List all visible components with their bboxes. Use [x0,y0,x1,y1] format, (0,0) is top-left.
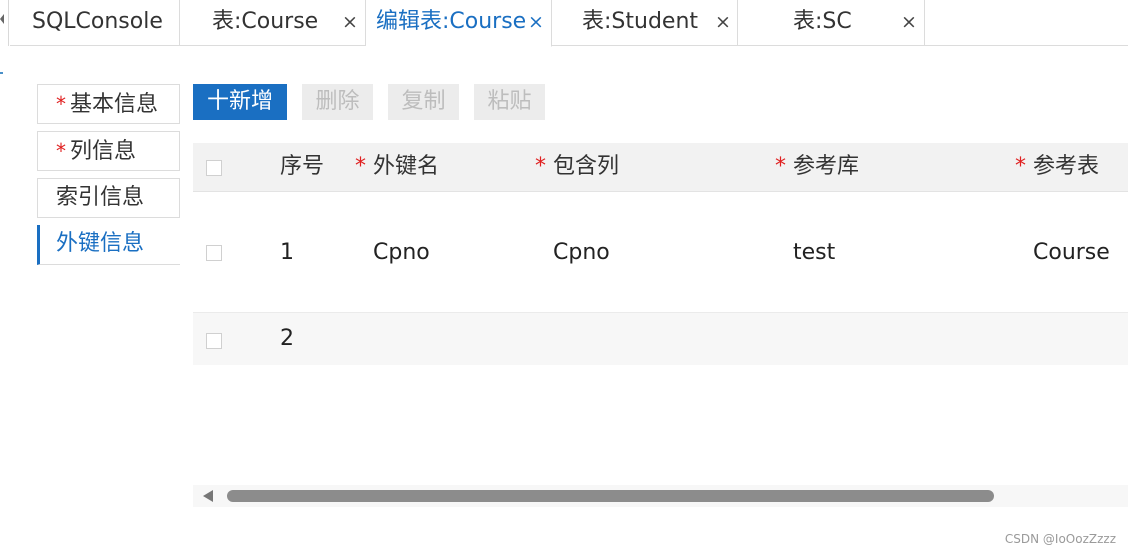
nav-item-label: 列信息 [70,139,137,164]
close-icon[interactable]: × [342,0,358,44]
column-header-fk-name: * 外键名 [355,143,439,191]
select-all-checkbox[interactable] [206,160,222,176]
tab-label: 表:Course [212,9,319,34]
tab-label: 表:SC [793,9,852,34]
nav-item-label: 索引信息 [56,185,145,210]
tab-label: 表:Student [582,9,699,34]
required-mark: * [775,154,786,179]
nav-item-foreign-key-info[interactable]: 外键信息 [37,225,180,265]
scroll-left-arrow-icon[interactable] [203,490,213,502]
ref-db-cell[interactable]: test [793,192,835,313]
close-icon[interactable]: × [715,0,731,44]
column-header-ref-db: * 参考库 [775,143,859,191]
nav-item-index-info[interactable]: 索引信息 [37,178,180,218]
close-icon[interactable]: × [528,0,544,44]
required-mark: * [56,139,66,163]
nav-item-label: 外键信息 [56,231,145,256]
column-header-columns: * 包含列 [535,143,619,191]
horizontal-scrollbar[interactable] [193,485,1128,507]
paste-button[interactable]: 粘贴 [474,84,545,120]
nav-item-column-info[interactable]: * 列信息 [37,131,180,171]
delete-button[interactable]: 删除 [302,84,373,120]
row-checkbox[interactable] [206,245,222,261]
watermark: CSDN @IoOozZzzz [1004,532,1116,546]
collapse-arrow-icon[interactable] [0,14,4,24]
column-header-ref-table: * 参考表 [1015,143,1099,191]
table-row[interactable]: 1 Cpno Cpno test Course [193,192,1128,313]
row-index: 2 [280,326,294,351]
section-nav: * 基本信息 * 列信息 索引信息 外键信息 [37,84,180,272]
row-index: 1 [280,240,294,265]
tab-course[interactable]: 表:Course × [180,0,366,46]
column-header-index: 序号 [280,154,325,179]
close-icon[interactable]: × [901,0,917,44]
edge-marker [0,72,3,74]
row-checkbox[interactable] [206,333,222,349]
column-header-label: 参考表 [1033,154,1100,179]
tab-sc[interactable]: 表:SC × [738,0,925,46]
required-mark: * [535,154,546,179]
ref-table-cell[interactable]: Course [1033,192,1110,313]
tab-sqlconsole[interactable]: SQLConsole [10,0,180,46]
column-header-label: 包含列 [553,154,620,179]
columns-cell[interactable]: Cpno [553,192,610,313]
add-button[interactable]: 十新增 [193,84,287,120]
required-mark: * [56,92,66,116]
copy-button[interactable]: 复制 [388,84,459,120]
nav-item-label: 基本信息 [70,92,159,117]
edge-divider [8,0,9,46]
tab-student[interactable]: 表:Student × [552,0,738,46]
required-mark: * [1015,154,1026,179]
nav-item-basic-info[interactable]: * 基本信息 [37,84,180,124]
tab-label: SQLConsole [32,9,163,34]
foreign-key-table: 序号 * 外键名 * 包含列 * 参考库 * 参考表 1 Cpno Cpno t… [193,143,1128,365]
scrollbar-thumb[interactable] [227,490,994,502]
table-header: 序号 * 外键名 * 包含列 * 参考库 * 参考表 [193,143,1128,192]
required-mark: * [355,154,366,179]
column-header-label: 参考库 [793,154,860,179]
tab-bar: SQLConsole 表:Course × 编辑表:Course × 表:Stu… [10,0,1128,47]
tab-edit-course[interactable]: 编辑表:Course × [366,0,552,47]
column-header-label: 外键名 [373,154,440,179]
fk-name-cell[interactable]: Cpno [373,192,430,313]
table-row[interactable]: 2 [193,313,1128,365]
tab-label: 编辑表:Course [376,9,527,34]
